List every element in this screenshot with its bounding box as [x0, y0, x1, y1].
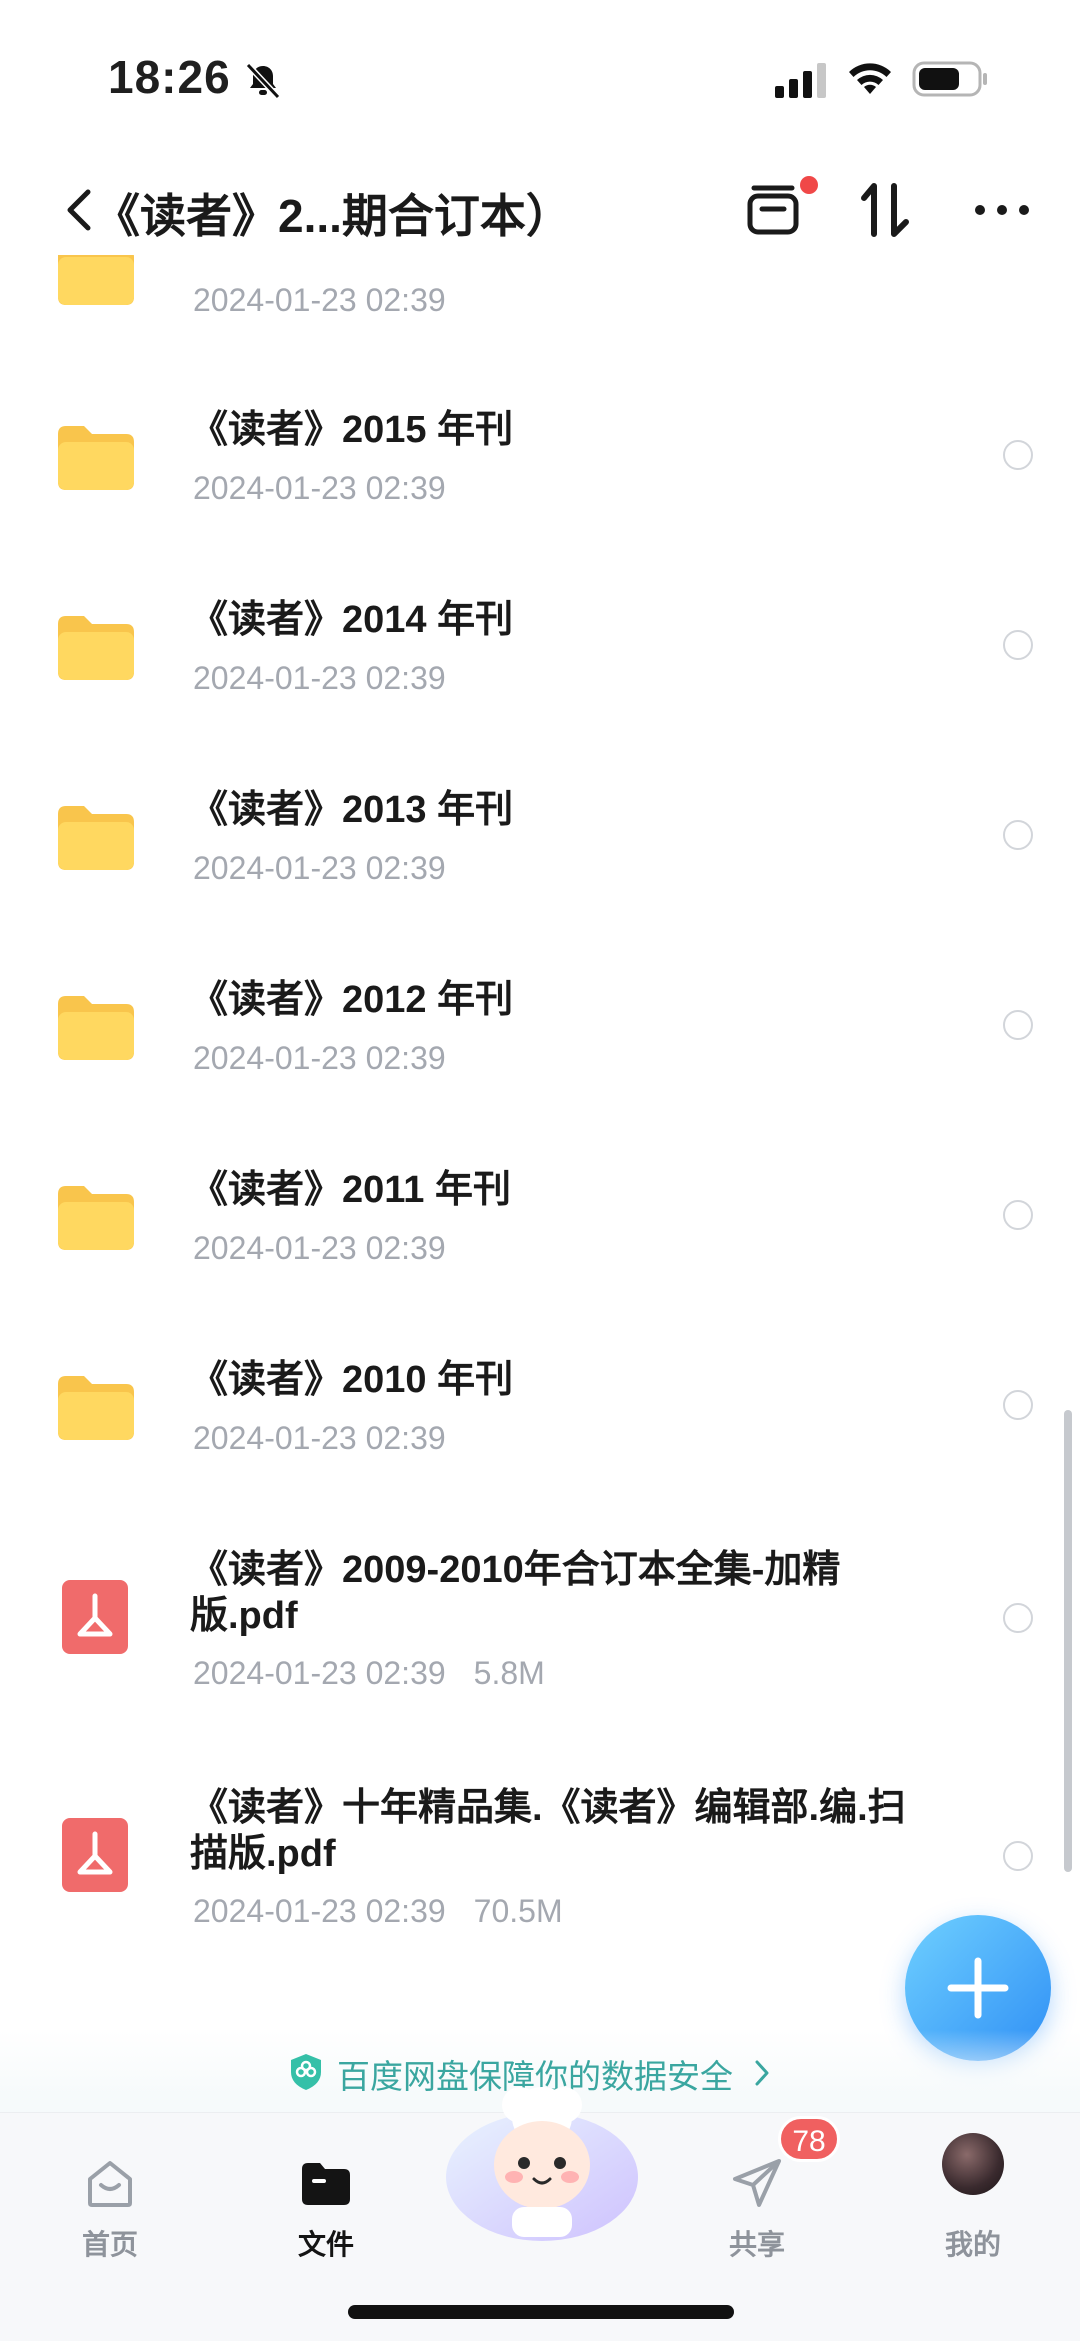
sort-icon[interactable]	[852, 176, 920, 244]
select-radio[interactable]	[1003, 1841, 1033, 1871]
header: 18:26 《读者》2...期合订本）	[0, 0, 1080, 270]
tab-label: 文件	[297, 2229, 354, 2260]
plus-icon	[947, 1957, 1009, 2019]
list-item[interactable]: 《读者》2009-2010年合订本全集-加精版.pdf 2024-01-23 0…	[0, 1540, 1080, 1740]
file-meta: 2024-01-23 02:39 5.8M	[193, 1655, 545, 1691]
transfer-list-icon[interactable]	[740, 176, 808, 244]
scrollbar[interactable]	[1064, 1410, 1072, 1872]
tab-label: 首页	[81, 2229, 138, 2260]
file-meta: 2024-01-23 02:39	[193, 1040, 446, 1076]
list-item[interactable]: 《读者》2015 年刊 2024-01-23 02:39	[0, 400, 1080, 560]
cellular-signal-icon	[775, 63, 826, 98]
file-name: 《读者》2012 年刊	[190, 979, 514, 1021]
select-radio[interactable]	[1003, 630, 1033, 660]
file-meta: 2024-01-23 02:39	[193, 1230, 446, 1266]
folder-icon	[58, 616, 134, 680]
folder-icon	[58, 1186, 134, 1250]
notification-dot	[800, 176, 818, 194]
file-name: 《读者》2009-2010年合订本全集-加精版.pdf	[190, 1549, 841, 1637]
file-meta: 2024-01-23 02:39 70.5M	[193, 1893, 563, 1929]
file-name: 《读者》2015 年刊	[190, 409, 514, 451]
wifi-icon	[849, 63, 891, 94]
tab-files[interactable]: 文件	[256, 2135, 396, 2275]
page-title: 《读者》2...期合订本）	[94, 190, 572, 242]
share-badge: 78	[778, 2116, 840, 2162]
home-icon	[88, 2161, 132, 2207]
status-time: 18:26	[108, 51, 231, 103]
file-name: 《读者》2010 年刊	[190, 1359, 514, 1401]
list-item[interactable]: 《读者》2011 年刊 2024-01-23 02:39	[0, 1160, 1080, 1320]
status-bar-overlay: 18:26	[0, 0, 1080, 150]
list-item[interactable]: 《读者》2012 年刊 2024-01-23 02:39	[0, 970, 1080, 1130]
bell-muted-icon	[245, 62, 281, 100]
tab-home[interactable]: 首页	[40, 2135, 180, 2275]
select-radio[interactable]	[1003, 1390, 1033, 1420]
tab-label: 我的	[944, 2229, 1001, 2260]
tab-label: 共享	[728, 2229, 785, 2260]
file-meta: 2024-01-23 02:39	[193, 850, 446, 886]
file-name: 《读者》2013 年刊	[190, 789, 514, 831]
list-item[interactable]: 《读者》2010 年刊 2024-01-23 02:39	[0, 1350, 1080, 1510]
avatar[interactable]	[942, 2133, 1004, 2195]
folder-icon	[58, 1376, 134, 1440]
select-radio[interactable]	[1003, 440, 1033, 470]
pdf-file-icon	[62, 1580, 128, 1654]
chevron-right-icon	[755, 2060, 769, 2086]
navigation-bar-overlay: 《读者》2...期合订本）	[0, 150, 1080, 270]
shield-icon	[291, 2054, 321, 2090]
folder-icon	[302, 2163, 350, 2205]
select-radio[interactable]	[1003, 820, 1033, 850]
send-icon	[733, 2159, 781, 2207]
file-browser-screen: 18:26 《读者》2...期合订本）	[0, 0, 1080, 2341]
folder-icon	[58, 996, 134, 1060]
mascot-assistant-icon[interactable]	[442, 2065, 642, 2245]
select-radio[interactable]	[1003, 1603, 1033, 1633]
file-name: 《读者》十年精品集.《读者》编辑部.编.扫描版.pdf	[190, 1787, 906, 1875]
list-item[interactable]: 《读者》2014 年刊 2024-01-23 02:39	[0, 590, 1080, 750]
select-radio[interactable]	[1003, 1200, 1033, 1230]
back-chevron-icon[interactable]	[58, 180, 98, 240]
file-name: 《读者》2014 年刊	[190, 599, 514, 641]
file-meta: 2024-01-23 02:39	[193, 282, 446, 318]
battery-icon	[912, 61, 987, 97]
more-options-icon[interactable]	[968, 176, 1036, 244]
pdf-file-icon	[62, 1818, 128, 1892]
file-meta: 2024-01-23 02:39	[193, 660, 446, 696]
list-item[interactable]: 2024-01-23 02:39	[0, 241, 1080, 355]
folder-icon	[58, 806, 134, 870]
home-indicator	[348, 2305, 734, 2319]
file-meta: 2024-01-23 02:39	[193, 470, 446, 506]
list-item[interactable]: 《读者》2013 年刊 2024-01-23 02:39	[0, 780, 1080, 940]
select-radio[interactable]	[1003, 1010, 1033, 1040]
file-meta: 2024-01-23 02:39	[193, 1420, 446, 1456]
file-name: 《读者》2011 年刊	[190, 1169, 511, 1211]
folder-icon	[58, 426, 134, 490]
